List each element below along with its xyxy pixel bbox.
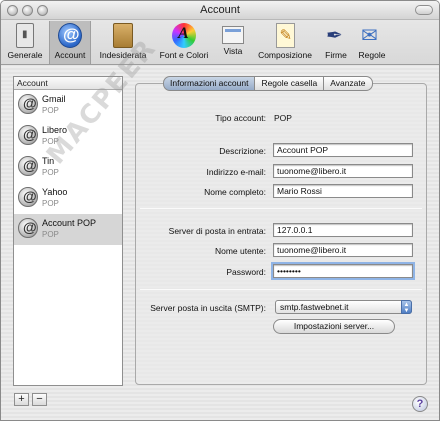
toolbar-label: Indesiderata (99, 50, 147, 60)
preferences-toolbar: Generale Account Indesiderata Font e Col… (1, 20, 439, 65)
account-name: Tin (42, 156, 55, 166)
toolbar-label: Account (54, 50, 86, 60)
incoming-server-field[interactable]: 127.0.0.1 (273, 223, 413, 237)
toolbar-font-colori[interactable]: Font e Colori (154, 21, 214, 64)
fonts-colors-icon (172, 23, 196, 48)
account-row-yahoo[interactable]: Yahoo POP (14, 183, 122, 214)
tab-regole-casella[interactable]: Regole casella (254, 76, 325, 91)
account-list-header: Account (14, 77, 122, 90)
help-icon[interactable]: ? (412, 396, 428, 412)
account-type-value: POP (274, 113, 292, 123)
smtp-server-value: smtp.fastwebnet.it (280, 302, 349, 312)
smtp-server-select[interactable]: smtp.fastwebnet.it ▲ ▼ (275, 300, 412, 314)
tab-avanzate[interactable]: Avanzate (323, 76, 373, 91)
account-type: POP (42, 230, 59, 239)
toolbar-generale[interactable]: Generale (5, 21, 45, 64)
account-name: Yahoo (42, 187, 68, 197)
account-at-icon (18, 94, 38, 114)
title-bar: Account (1, 1, 439, 20)
account-row-account-pop[interactable]: Account POP POP (14, 214, 122, 245)
account-list[interactable]: Account Gmail POP Libero POP Tin POP Yah… (13, 76, 123, 386)
popup-arrows-icon: ▲ ▼ (401, 300, 412, 314)
section-divider (140, 289, 422, 290)
toolbar-composizione[interactable]: Composizione (252, 21, 318, 64)
account-at-icon (18, 187, 38, 207)
fullname-label: Nome completo: (204, 187, 266, 197)
general-icon (16, 23, 34, 48)
junk-icon (113, 23, 133, 48)
account-type: POP (42, 137, 59, 146)
toolbar-label: Composizione (258, 50, 312, 60)
account-name: Gmail (42, 94, 66, 104)
username-field[interactable]: tuonome@libero.it (273, 243, 413, 257)
account-at-icon (18, 125, 38, 145)
account-tabs: Informazioni account Regole casella Avan… (163, 76, 373, 91)
toolbar-vista[interactable]: Vista (218, 21, 248, 64)
compose-icon (275, 23, 295, 48)
account-type: POP (42, 106, 59, 115)
account-row-gmail[interactable]: Gmail POP (14, 90, 122, 121)
email-field[interactable]: tuonome@libero.it (273, 164, 413, 178)
password-field[interactable]: •••••••• (273, 264, 413, 278)
toolbar-regole[interactable]: Regole (355, 21, 389, 64)
account-icon (58, 23, 82, 48)
account-type-label: Tipo account: (215, 113, 266, 123)
preferences-window: Account Generale Account Indesiderata Fo… (0, 0, 440, 421)
add-account-button[interactable]: + (14, 393, 29, 406)
fullname-field[interactable]: Mario Rossi (273, 184, 413, 198)
tab-informazioni-account[interactable]: Informazioni account (163, 76, 256, 91)
account-type: POP (42, 168, 59, 177)
username-label: Nome utente: (214, 246, 266, 256)
window-title: Account (200, 4, 240, 16)
toolbar-label: Firme (325, 50, 347, 60)
password-label: Password: (226, 267, 266, 277)
toolbar-indesiderata[interactable]: Indesiderata (95, 21, 151, 64)
email-label: Indirizzo e-mail: (206, 167, 266, 177)
account-at-icon (18, 156, 38, 176)
toolbar-label: Generale (7, 50, 43, 60)
toolbar-firme[interactable]: Firme (321, 21, 351, 64)
description-field[interactable]: Account POP (273, 143, 413, 157)
remove-account-button[interactable]: − (32, 393, 47, 406)
account-at-icon (18, 218, 38, 238)
toolbar-toggle-button[interactable] (415, 5, 433, 15)
signatures-icon (324, 23, 348, 48)
description-label: Descrizione: (219, 146, 266, 156)
account-row-libero[interactable]: Libero POP (14, 121, 122, 152)
smtp-label: Server posta in uscita (SMTP): (150, 303, 266, 313)
toolbar-label: Font e Colori (159, 50, 209, 60)
rules-icon (360, 23, 384, 48)
account-name: Account POP (42, 218, 97, 228)
view-icon (222, 26, 244, 44)
toolbar-account[interactable]: Account (49, 21, 91, 64)
account-row-tin[interactable]: Tin POP (14, 152, 122, 183)
toolbar-label: Vista (223, 46, 243, 56)
account-type: POP (42, 199, 59, 208)
toolbar-label: Regole (358, 50, 386, 60)
server-settings-button[interactable]: Impostazioni server... (273, 319, 395, 334)
account-name: Libero (42, 125, 68, 135)
incoming-server-label: Server di posta in entrata: (168, 226, 266, 236)
section-divider (140, 208, 422, 209)
